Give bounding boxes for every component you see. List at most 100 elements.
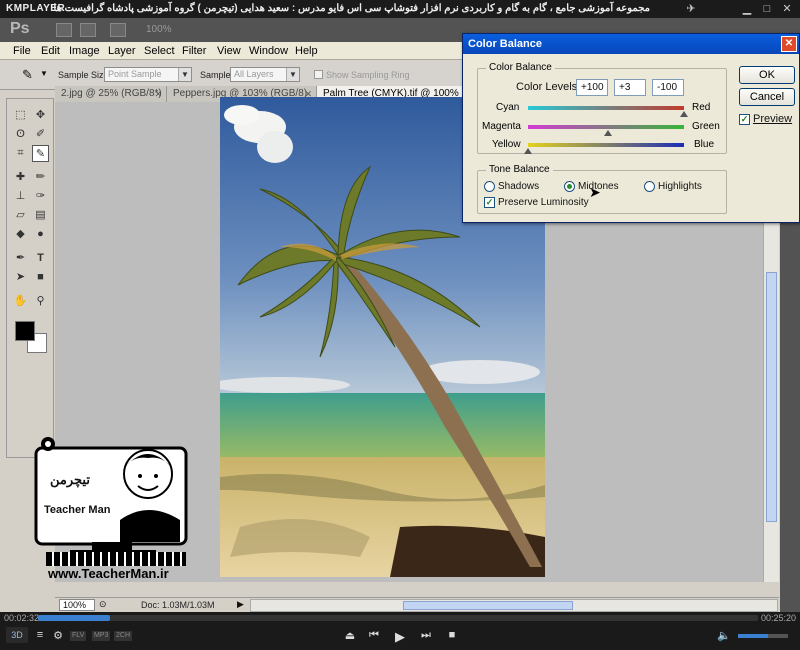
bridge-icon[interactable]: [56, 23, 72, 37]
tab-label: 2.jpg @ 25% (RGB/8*): [61, 88, 162, 99]
scroll-thumb[interactable]: [766, 272, 777, 522]
format-tag: FLV: [70, 631, 87, 641]
move-tool-icon[interactable]: ✥: [32, 107, 49, 124]
show-ring-checkbox[interactable]: [314, 70, 323, 79]
brush-tool-icon[interactable]: ✏: [32, 169, 49, 186]
quick-select-tool-icon[interactable]: ✐: [32, 126, 49, 143]
preserve-luminosity-label[interactable]: Preserve Luminosity: [498, 197, 589, 208]
total-time: 00:25:20: [760, 613, 796, 623]
path-select-tool-icon[interactable]: ➤: [12, 269, 29, 286]
menu-select[interactable]: Select: [144, 45, 175, 57]
magenta-green-knob[interactable]: [604, 130, 613, 136]
menu-view[interactable]: View: [217, 45, 241, 57]
dialog-title-bar[interactable]: Color Balance ✕: [463, 34, 799, 54]
pin-icon[interactable]: ✈: [684, 2, 698, 16]
close-icon[interactable]: ✕: [781, 36, 797, 52]
close-icon[interactable]: ✕: [154, 86, 162, 102]
3d-mode-button[interactable]: 3D: [6, 627, 28, 643]
dialog-title: Color Balance: [468, 38, 542, 50]
eraser-tool-icon[interactable]: ▱: [12, 207, 29, 224]
menu-layer[interactable]: Layer: [108, 45, 136, 57]
minimize-icon[interactable]: ▁: [740, 2, 754, 16]
level-magenta-green-input[interactable]: +3: [614, 79, 646, 96]
highlights-radio[interactable]: [644, 181, 655, 192]
dodge-tool-icon[interactable]: ●: [32, 226, 49, 243]
crop-tool-icon[interactable]: ⌗: [12, 145, 29, 162]
menu-image[interactable]: Image: [69, 45, 100, 57]
maximize-icon[interactable]: □: [760, 2, 774, 16]
cyan-red-knob[interactable]: [680, 111, 688, 117]
magenta-green-slider[interactable]: [528, 125, 684, 129]
level-cyan-red-input[interactable]: +100: [576, 79, 608, 96]
shadows-label[interactable]: Shadows: [498, 181, 539, 192]
eyedropper-tool-icon[interactable]: ✎: [32, 145, 49, 162]
cyan-red-slider[interactable]: [528, 106, 684, 110]
keyboard-icon: [46, 552, 186, 566]
menu-window[interactable]: Window: [249, 45, 288, 57]
pen-tool-icon[interactable]: ✒: [12, 250, 29, 267]
eyedropper-icon[interactable]: ✎: [22, 67, 33, 83]
menu-file[interactable]: File: [13, 45, 31, 57]
foreground-color-swatch[interactable]: [15, 321, 35, 341]
scroll-thumb[interactable]: [403, 601, 573, 610]
highlights-label[interactable]: Highlights: [658, 181, 702, 192]
shadows-radio[interactable]: [484, 181, 495, 192]
stop-icon[interactable]: ■: [444, 629, 460, 641]
play-icon[interactable]: ▶: [392, 629, 408, 645]
zoom-tool-icon[interactable]: ⚲: [32, 293, 49, 310]
menu-filter[interactable]: Filter: [182, 45, 206, 57]
sample-size-select[interactable]: Point Sample ▼: [104, 67, 192, 82]
blur-tool-icon[interactable]: ◆: [12, 226, 29, 243]
color-levels-label: Color Levels:: [516, 81, 581, 93]
menu-help[interactable]: Help: [295, 45, 318, 57]
seek-progress: [38, 615, 110, 621]
shape-tool-icon[interactable]: ■: [32, 269, 49, 286]
gradient-tool-icon[interactable]: ▤: [32, 207, 49, 224]
mouse-cursor-icon: ➤: [589, 184, 601, 200]
cancel-button[interactable]: Cancel: [739, 88, 795, 106]
hand-tool-icon[interactable]: ✋: [12, 293, 29, 310]
teacherman-watermark-logo: تیچرمن Teacher Man: [30, 430, 200, 610]
tone-balance-legend: Tone Balance: [486, 164, 553, 175]
volume-slider[interactable]: [738, 634, 788, 638]
ok-button[interactable]: OK: [739, 66, 795, 84]
slider-left-yellow: Yellow: [492, 139, 521, 150]
preserve-luminosity-checkbox[interactable]: ✓: [484, 197, 495, 208]
previous-icon[interactable]: ⏮: [366, 629, 382, 642]
yellow-blue-knob[interactable]: [524, 148, 532, 154]
view-extras-icon[interactable]: [110, 23, 126, 37]
slider-left-cyan: Cyan: [496, 102, 520, 113]
horizontal-scrollbar[interactable]: [250, 599, 778, 612]
slider-right-green: Green: [692, 121, 720, 132]
ps-logo: Ps: [10, 20, 30, 37]
lasso-tool-icon[interactable]: ʘ: [12, 126, 29, 143]
preview-checkbox[interactable]: ✓: [739, 114, 750, 125]
menu-icon[interactable]: ≡: [32, 629, 48, 641]
tab-2-jpg[interactable]: 2.jpg @ 25% (RGB/8*) ✕: [55, 86, 167, 102]
color-balance-group: Color Balance Color Levels: +100 +3 -100…: [477, 62, 727, 154]
status-menu-icon[interactable]: ▶: [237, 599, 244, 610]
seek-bar[interactable]: [38, 615, 758, 621]
zoom-level[interactable]: 100%: [146, 24, 172, 35]
stamp-tool-icon[interactable]: ⊥: [12, 188, 29, 205]
yellow-blue-slider[interactable]: [528, 143, 684, 147]
sample-select[interactable]: All Layers ▼: [230, 67, 300, 82]
settings-icon[interactable]: ⚙: [50, 629, 66, 642]
type-tool-icon[interactable]: T: [32, 250, 49, 267]
level-yellow-blue-input[interactable]: -100: [652, 79, 684, 96]
close-icon[interactable]: ✕: [780, 2, 794, 16]
next-icon[interactable]: ⏭: [418, 629, 434, 642]
eject-icon[interactable]: ⏏: [342, 629, 358, 642]
marquee-tool-icon[interactable]: ⬚: [12, 107, 29, 124]
sample-size-value: Point Sample: [108, 69, 162, 79]
menu-edit[interactable]: Edit: [41, 45, 60, 57]
tool-preset-chevron-icon[interactable]: ▼: [40, 69, 48, 78]
color-balance-legend: Color Balance: [486, 62, 555, 73]
history-brush-icon[interactable]: ✑: [32, 188, 49, 205]
midtones-radio[interactable]: [564, 181, 575, 192]
preview-label[interactable]: Preview: [753, 113, 792, 125]
minibridge-icon[interactable]: [80, 23, 96, 37]
chevron-down-icon: ▼: [178, 68, 191, 81]
volume-icon[interactable]: 🔈: [716, 629, 732, 642]
healing-tool-icon[interactable]: ✚: [12, 169, 29, 186]
